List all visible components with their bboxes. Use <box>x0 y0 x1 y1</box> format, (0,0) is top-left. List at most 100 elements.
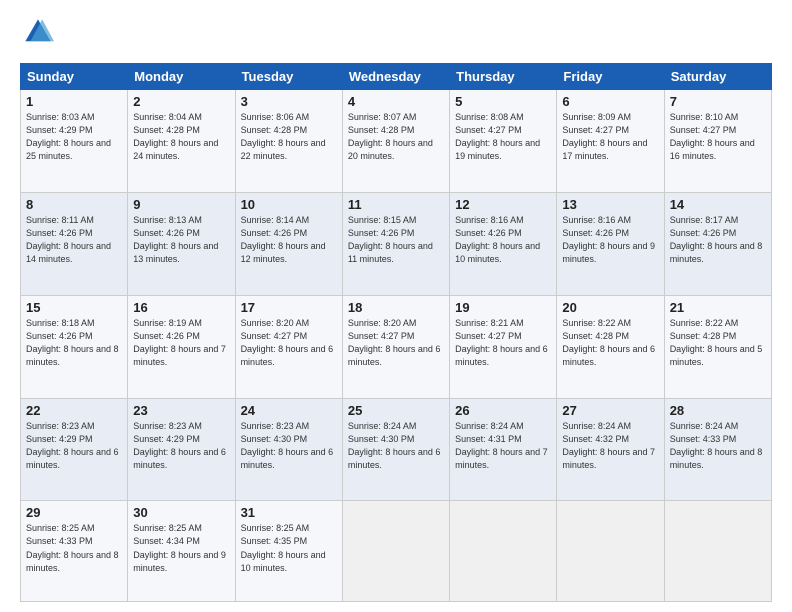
day-number: 17 <box>241 300 337 315</box>
table-row: 22 Sunrise: 8:23 AM Sunset: 4:29 PM Dayl… <box>21 398 128 501</box>
day-number: 18 <box>348 300 444 315</box>
day-info: Sunrise: 8:20 AM Sunset: 4:27 PM Dayligh… <box>241 317 337 369</box>
day-number: 16 <box>133 300 229 315</box>
day-info: Sunrise: 8:24 AM Sunset: 4:31 PM Dayligh… <box>455 420 551 472</box>
table-row: 1 Sunrise: 8:03 AM Sunset: 4:29 PM Dayli… <box>21 90 128 193</box>
day-info: Sunrise: 8:21 AM Sunset: 4:27 PM Dayligh… <box>455 317 551 369</box>
table-row: 3 Sunrise: 8:06 AM Sunset: 4:28 PM Dayli… <box>235 90 342 193</box>
day-number: 12 <box>455 197 551 212</box>
day-number: 13 <box>562 197 658 212</box>
table-row: 29 Sunrise: 8:25 AM Sunset: 4:33 PM Dayl… <box>21 501 128 602</box>
day-number: 31 <box>241 505 337 520</box>
day-info: Sunrise: 8:25 AM Sunset: 4:33 PM Dayligh… <box>26 522 122 574</box>
calendar-week-row: 1 Sunrise: 8:03 AM Sunset: 4:29 PM Dayli… <box>21 90 772 193</box>
day-info: Sunrise: 8:23 AM Sunset: 4:30 PM Dayligh… <box>241 420 337 472</box>
table-row: 23 Sunrise: 8:23 AM Sunset: 4:29 PM Dayl… <box>128 398 235 501</box>
day-number: 28 <box>670 403 766 418</box>
calendar-week-row: 22 Sunrise: 8:23 AM Sunset: 4:29 PM Dayl… <box>21 398 772 501</box>
page: Sunday Monday Tuesday Wednesday Thursday… <box>0 0 792 612</box>
day-info: Sunrise: 8:22 AM Sunset: 4:28 PM Dayligh… <box>562 317 658 369</box>
day-number: 3 <box>241 94 337 109</box>
day-number: 15 <box>26 300 122 315</box>
table-row: 15 Sunrise: 8:18 AM Sunset: 4:26 PM Dayl… <box>21 295 128 398</box>
calendar-week-row: 15 Sunrise: 8:18 AM Sunset: 4:26 PM Dayl… <box>21 295 772 398</box>
day-info: Sunrise: 8:23 AM Sunset: 4:29 PM Dayligh… <box>133 420 229 472</box>
table-row <box>557 501 664 602</box>
day-info: Sunrise: 8:24 AM Sunset: 4:32 PM Dayligh… <box>562 420 658 472</box>
day-info: Sunrise: 8:16 AM Sunset: 4:26 PM Dayligh… <box>562 214 658 266</box>
day-info: Sunrise: 8:07 AM Sunset: 4:28 PM Dayligh… <box>348 111 444 163</box>
col-tuesday: Tuesday <box>235 64 342 90</box>
day-number: 30 <box>133 505 229 520</box>
day-number: 1 <box>26 94 122 109</box>
day-number: 14 <box>670 197 766 212</box>
table-row: 7 Sunrise: 8:10 AM Sunset: 4:27 PM Dayli… <box>664 90 771 193</box>
day-info: Sunrise: 8:18 AM Sunset: 4:26 PM Dayligh… <box>26 317 122 369</box>
table-row: 21 Sunrise: 8:22 AM Sunset: 4:28 PM Dayl… <box>664 295 771 398</box>
day-number: 23 <box>133 403 229 418</box>
day-number: 4 <box>348 94 444 109</box>
table-row <box>450 501 557 602</box>
col-saturday: Saturday <box>664 64 771 90</box>
col-wednesday: Wednesday <box>342 64 449 90</box>
day-info: Sunrise: 8:22 AM Sunset: 4:28 PM Dayligh… <box>670 317 766 369</box>
day-info: Sunrise: 8:25 AM Sunset: 4:34 PM Dayligh… <box>133 522 229 574</box>
col-thursday: Thursday <box>450 64 557 90</box>
table-row: 16 Sunrise: 8:19 AM Sunset: 4:26 PM Dayl… <box>128 295 235 398</box>
table-row: 30 Sunrise: 8:25 AM Sunset: 4:34 PM Dayl… <box>128 501 235 602</box>
day-info: Sunrise: 8:14 AM Sunset: 4:26 PM Dayligh… <box>241 214 337 266</box>
day-number: 21 <box>670 300 766 315</box>
day-info: Sunrise: 8:24 AM Sunset: 4:33 PM Dayligh… <box>670 420 766 472</box>
table-row: 28 Sunrise: 8:24 AM Sunset: 4:33 PM Dayl… <box>664 398 771 501</box>
table-row: 13 Sunrise: 8:16 AM Sunset: 4:26 PM Dayl… <box>557 192 664 295</box>
table-row: 4 Sunrise: 8:07 AM Sunset: 4:28 PM Dayli… <box>342 90 449 193</box>
table-row: 27 Sunrise: 8:24 AM Sunset: 4:32 PM Dayl… <box>557 398 664 501</box>
col-sunday: Sunday <box>21 64 128 90</box>
day-info: Sunrise: 8:03 AM Sunset: 4:29 PM Dayligh… <box>26 111 122 163</box>
day-number: 7 <box>670 94 766 109</box>
table-row: 24 Sunrise: 8:23 AM Sunset: 4:30 PM Dayl… <box>235 398 342 501</box>
table-row: 2 Sunrise: 8:04 AM Sunset: 4:28 PM Dayli… <box>128 90 235 193</box>
table-row: 12 Sunrise: 8:16 AM Sunset: 4:26 PM Dayl… <box>450 192 557 295</box>
calendar-week-row: 8 Sunrise: 8:11 AM Sunset: 4:26 PM Dayli… <box>21 192 772 295</box>
col-monday: Monday <box>128 64 235 90</box>
day-info: Sunrise: 8:25 AM Sunset: 4:35 PM Dayligh… <box>241 522 337 574</box>
table-row: 10 Sunrise: 8:14 AM Sunset: 4:26 PM Dayl… <box>235 192 342 295</box>
day-info: Sunrise: 8:20 AM Sunset: 4:27 PM Dayligh… <box>348 317 444 369</box>
table-row: 6 Sunrise: 8:09 AM Sunset: 4:27 PM Dayli… <box>557 90 664 193</box>
table-row: 31 Sunrise: 8:25 AM Sunset: 4:35 PM Dayl… <box>235 501 342 602</box>
day-info: Sunrise: 8:13 AM Sunset: 4:26 PM Dayligh… <box>133 214 229 266</box>
calendar-header-row: Sunday Monday Tuesday Wednesday Thursday… <box>21 64 772 90</box>
day-info: Sunrise: 8:11 AM Sunset: 4:26 PM Dayligh… <box>26 214 122 266</box>
day-info: Sunrise: 8:04 AM Sunset: 4:28 PM Dayligh… <box>133 111 229 163</box>
logo-icon <box>22 16 54 48</box>
table-row: 11 Sunrise: 8:15 AM Sunset: 4:26 PM Dayl… <box>342 192 449 295</box>
table-row: 14 Sunrise: 8:17 AM Sunset: 4:26 PM Dayl… <box>664 192 771 295</box>
calendar: Sunday Monday Tuesday Wednesday Thursday… <box>20 63 772 602</box>
day-number: 29 <box>26 505 122 520</box>
day-info: Sunrise: 8:16 AM Sunset: 4:26 PM Dayligh… <box>455 214 551 266</box>
table-row: 8 Sunrise: 8:11 AM Sunset: 4:26 PM Dayli… <box>21 192 128 295</box>
day-number: 25 <box>348 403 444 418</box>
day-number: 5 <box>455 94 551 109</box>
table-row: 19 Sunrise: 8:21 AM Sunset: 4:27 PM Dayl… <box>450 295 557 398</box>
table-row: 18 Sunrise: 8:20 AM Sunset: 4:27 PM Dayl… <box>342 295 449 398</box>
day-info: Sunrise: 8:24 AM Sunset: 4:30 PM Dayligh… <box>348 420 444 472</box>
day-number: 6 <box>562 94 658 109</box>
table-row <box>664 501 771 602</box>
day-number: 19 <box>455 300 551 315</box>
col-friday: Friday <box>557 64 664 90</box>
logo <box>20 16 56 53</box>
day-info: Sunrise: 8:08 AM Sunset: 4:27 PM Dayligh… <box>455 111 551 163</box>
day-number: 27 <box>562 403 658 418</box>
table-row: 25 Sunrise: 8:24 AM Sunset: 4:30 PM Dayl… <box>342 398 449 501</box>
day-number: 2 <box>133 94 229 109</box>
table-row: 20 Sunrise: 8:22 AM Sunset: 4:28 PM Dayl… <box>557 295 664 398</box>
day-info: Sunrise: 8:06 AM Sunset: 4:28 PM Dayligh… <box>241 111 337 163</box>
day-number: 8 <box>26 197 122 212</box>
table-row: 26 Sunrise: 8:24 AM Sunset: 4:31 PM Dayl… <box>450 398 557 501</box>
table-row <box>342 501 449 602</box>
day-info: Sunrise: 8:09 AM Sunset: 4:27 PM Dayligh… <box>562 111 658 163</box>
day-info: Sunrise: 8:19 AM Sunset: 4:26 PM Dayligh… <box>133 317 229 369</box>
header <box>20 16 772 53</box>
